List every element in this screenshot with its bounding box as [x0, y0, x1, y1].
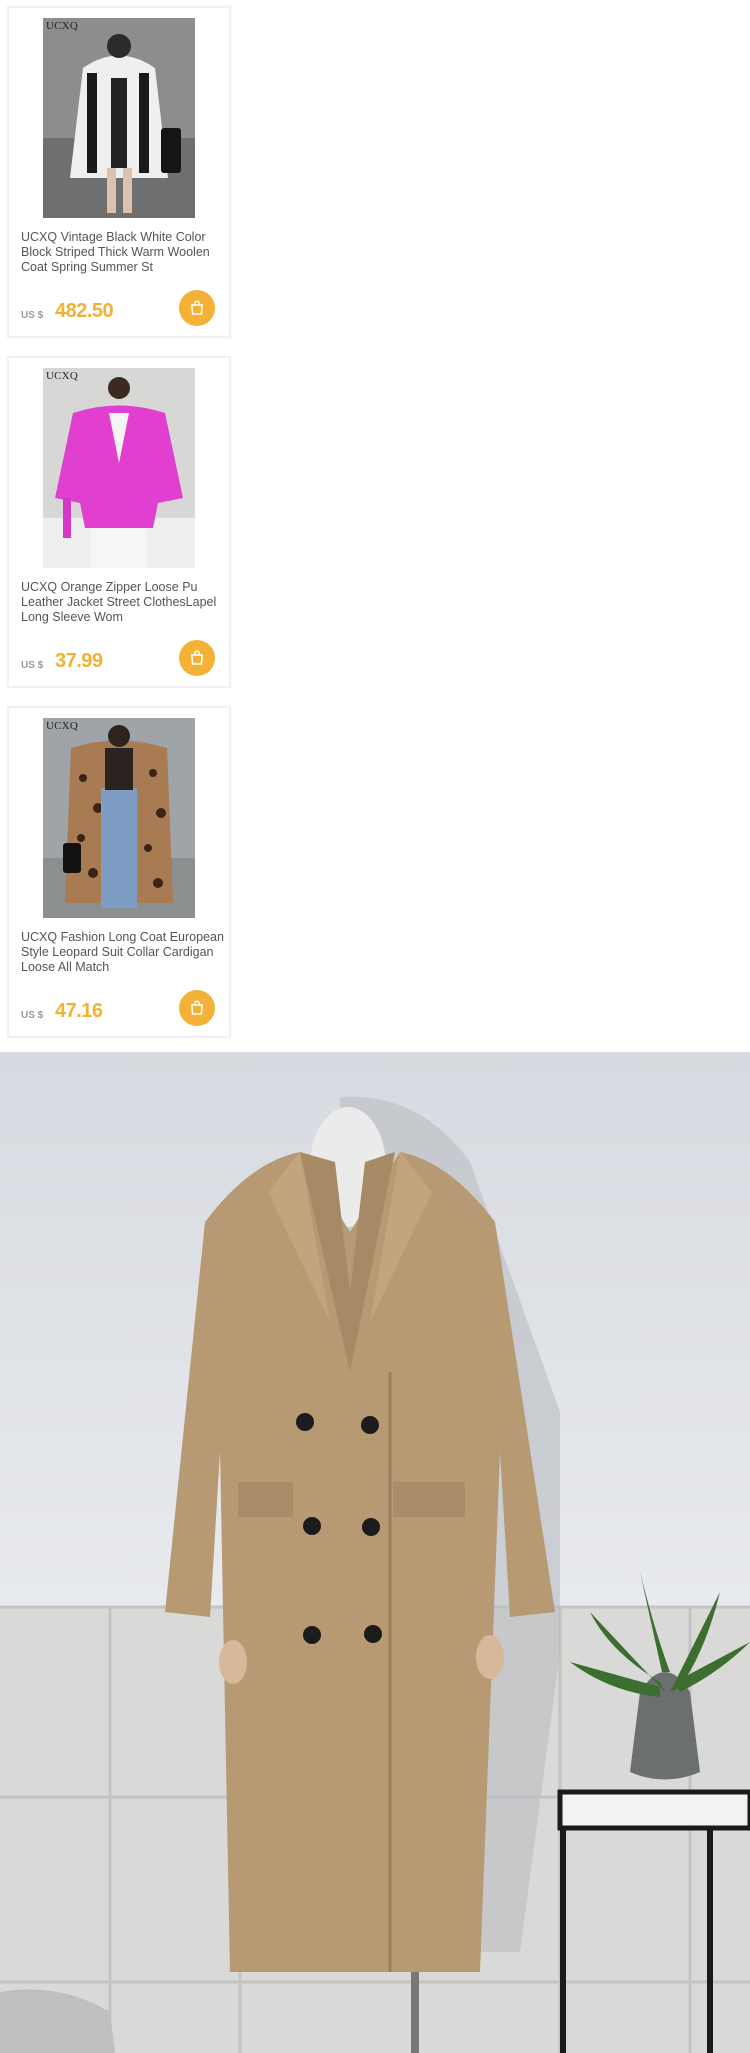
- product-price: 37.99: [55, 650, 103, 672]
- pink-leather-jacket-photo: [43, 368, 195, 568]
- product-price: 47.16: [55, 1000, 103, 1022]
- product-card[interactable]: UCXQ UCXQ Fashion Long Coat European Sty…: [7, 706, 231, 1038]
- striped-coat-photo: [43, 18, 195, 218]
- brand-logo: UCXQ: [46, 720, 78, 732]
- product-image[interactable]: UCXQ: [43, 368, 195, 568]
- product-price: 482.50: [55, 300, 114, 322]
- product-card[interactable]: UCXQ UCXQ Orange Zipper Loose Pu Leather…: [7, 356, 231, 688]
- currency-label: US $: [21, 1010, 44, 1021]
- product-title[interactable]: UCXQ Vintage Black White Color Block Str…: [21, 230, 226, 275]
- camel-double-breasted-long-coat-photo: [0, 1052, 750, 2053]
- currency-label: US $: [21, 660, 44, 671]
- brand-logo: UCXQ: [46, 20, 78, 32]
- brand-logo: UCXQ: [46, 370, 78, 382]
- leopard-coat-photo: [43, 718, 195, 918]
- add-to-cart-button[interactable]: [179, 640, 215, 676]
- add-to-cart-button[interactable]: [179, 990, 215, 1026]
- product-image[interactable]: UCXQ: [43, 18, 195, 218]
- shopping-bag-icon: [191, 300, 203, 315]
- hero-product-image: [0, 1052, 750, 2053]
- product-title[interactable]: UCXQ Fashion Long Coat European Style Le…: [21, 930, 226, 975]
- shopping-bag-icon: [191, 1000, 203, 1015]
- product-image[interactable]: UCXQ: [43, 718, 195, 918]
- currency-label: US $: [21, 310, 44, 321]
- product-title[interactable]: UCXQ Orange Zipper Loose Pu Leather Jack…: [21, 580, 226, 625]
- add-to-cart-button[interactable]: [179, 290, 215, 326]
- product-card[interactable]: UCXQ UCXQ Vintage Black White Color Bloc…: [7, 6, 231, 338]
- shopping-bag-icon: [191, 650, 203, 665]
